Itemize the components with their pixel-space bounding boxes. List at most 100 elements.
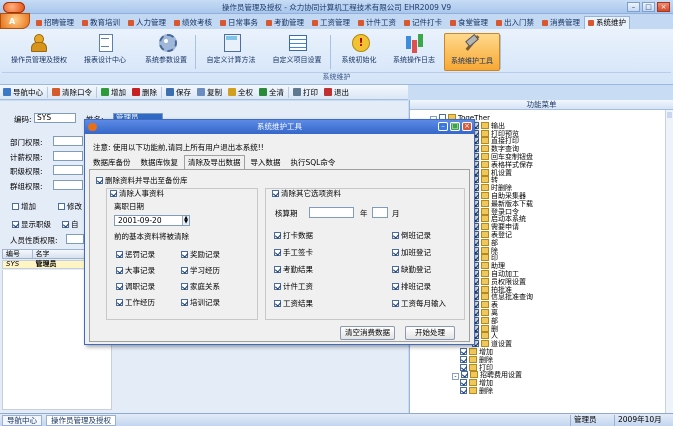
dialog-maximize-button[interactable]: □ (450, 122, 460, 131)
toolbar-button[interactable]: 清除口令 (49, 86, 95, 99)
tree-item[interactable]: 员权限设置 (472, 277, 526, 286)
other-item-check[interactable]: 打卡数据 (274, 231, 313, 240)
clear-hr-check[interactable]: 清除人事资料 (110, 189, 166, 198)
tree-item[interactable]: 表 (472, 301, 498, 309)
ribbon-tab[interactable]: 考勤管理 (262, 16, 308, 29)
ribbon-tab[interactable]: 日常事务 (216, 16, 262, 29)
export-backup-check[interactable]: 删除资料并导出至备份库 (96, 176, 188, 185)
other-item-check[interactable]: 手工签卡 (274, 248, 313, 257)
show-rank-check[interactable]: 显示职级 (12, 219, 51, 230)
ribbon-button[interactable]: 自定义计算方法 (200, 33, 262, 71)
status-tab-operator[interactable]: 操作员管理及授权 (46, 415, 116, 426)
tree-item[interactable]: 时删除 (472, 184, 512, 192)
minimize-button[interactable]: – (627, 2, 640, 12)
group-permission-input[interactable] (53, 180, 83, 190)
ribbon-button[interactable]: 报表设计中心 (76, 33, 134, 71)
tree-item[interactable]: 表登记 (472, 231, 512, 239)
close-button[interactable]: × (657, 2, 670, 12)
dialog-minimize-button[interactable]: – (438, 122, 448, 131)
clear-consume-button[interactable]: 清空消费数据 (340, 326, 395, 340)
other-item-check[interactable]: 工资每月输入 (392, 299, 446, 308)
ribbon-button[interactable]: 系统参数设置 (136, 33, 196, 71)
tree-item[interactable]: 增加 (460, 379, 493, 387)
code-input[interactable]: SYS (34, 113, 76, 123)
ribbon-button[interactable]: 系统操作日志 (388, 33, 440, 71)
tree-item[interactable]: 自助采集器 (472, 192, 526, 200)
ribbon-button[interactable]: 系统维护工具 (444, 33, 500, 71)
hr-item-check[interactable]: 学习经历 (181, 266, 220, 275)
hr-item-check[interactable]: 大事记录 (116, 266, 155, 275)
other-item-check[interactable]: 倒班记录 (392, 231, 431, 240)
tree-item[interactable]: 需要申请 (472, 223, 519, 231)
other-item-check[interactable]: 考勤结果 (274, 265, 313, 274)
hr-item-check[interactable]: 培训记录 (181, 298, 220, 307)
toolbar-button[interactable]: 删除 (129, 86, 160, 99)
other-item-check[interactable]: 工资结果 (274, 299, 313, 308)
other-item-check[interactable]: 加班登记 (392, 248, 431, 257)
dialog-tab[interactable]: 数据库恢复 (137, 155, 183, 169)
other-item-check[interactable]: 计件工资 (274, 282, 313, 291)
date-spinner[interactable]: ▲ ▼ (182, 216, 189, 225)
hr-item-check[interactable]: 惩罚记录 (116, 250, 155, 259)
maximize-button[interactable]: □ (642, 2, 655, 12)
tree-checkbox[interactable] (460, 355, 467, 363)
other-item-check[interactable]: 排班记录 (392, 282, 431, 291)
ribbon-tab[interactable]: 食堂管理 (446, 16, 492, 29)
status-tab-nav[interactable]: 导航中心 (2, 415, 42, 426)
tree-item[interactable]: 最新版本下载 (472, 199, 533, 208)
hr-item-check[interactable]: 调职记录 (116, 282, 155, 291)
expand-icon[interactable]: - (452, 373, 459, 381)
ribbon-tab[interactable]: 系统维护 (584, 16, 630, 29)
period-year-input[interactable] (309, 207, 354, 218)
tree-checkbox[interactable] (460, 387, 467, 394)
tree-item[interactable]: 数字查询 (472, 145, 519, 153)
tree-checkbox[interactable] (461, 371, 468, 379)
tree-item[interactable]: 增加 (460, 348, 493, 356)
tree-item[interactable]: 删除 (460, 355, 493, 364)
tree-item[interactable]: 信息批准查询 (472, 293, 533, 301)
toolbar-button[interactable]: 退出 (321, 86, 352, 99)
tree-checkbox[interactable] (460, 379, 467, 387)
rank-permission-input[interactable] (53, 165, 83, 175)
app-menu-button[interactable]: A (0, 13, 30, 29)
ribbon-button[interactable]: 操作员管理及授权 (4, 33, 74, 71)
tree-item[interactable]: 部 (472, 238, 498, 247)
ribbon-tab[interactable]: 工资管理 (308, 16, 354, 29)
dialog-tab[interactable]: 执行SQL命令 (287, 155, 340, 169)
ribbon-tab[interactable]: 消费管理 (538, 16, 584, 29)
toolbar-button[interactable]: 增加 (98, 86, 129, 99)
period-month-input[interactable] (372, 207, 388, 218)
start-process-button[interactable]: 开始处理 (405, 326, 455, 340)
ribbon-tab[interactable]: 出入门禁 (492, 16, 538, 29)
auto-check[interactable]: 自 (62, 219, 79, 230)
tree-checkbox[interactable] (460, 348, 467, 355)
hr-item-check[interactable]: 家庭关系 (181, 282, 220, 291)
ribbon-button[interactable]: 系统初始化 (334, 33, 384, 71)
leave-date-input[interactable]: 2001-09-20 ▲ ▼ (114, 215, 190, 226)
ribbon-tab[interactable]: 教育培训 (78, 16, 124, 29)
tree-item[interactable]: 部 (472, 316, 498, 325)
dialog-tab[interactable]: 数据库备份 (89, 155, 135, 169)
toolbar-button[interactable]: 全权 (225, 86, 256, 99)
ribbon-tab[interactable]: 招聘管理 (32, 16, 78, 29)
tree-item[interactable]: 表格样式保存 (472, 160, 533, 169)
tree-item[interactable]: 删除 (460, 387, 493, 395)
dialog-close-button[interactable]: × (462, 122, 472, 131)
tree-item[interactable]: 输出 (472, 121, 505, 130)
tree-scrollbar[interactable] (665, 110, 673, 413)
toolbar-button[interactable]: 复制 (194, 86, 225, 99)
ribbon-tab[interactable]: 计件工资 (354, 16, 400, 29)
ribbon-tab[interactable]: 绩效考核 (170, 16, 216, 29)
tree-item[interactable]: 离 (472, 309, 498, 317)
toolbar-button[interactable]: 导航中心 (0, 86, 46, 99)
tree-checkbox[interactable] (460, 363, 467, 371)
dialog-tab[interactable]: 导入数据 (247, 155, 285, 169)
dialog-tab[interactable]: 清除及导出数据 (184, 155, 245, 169)
hr-item-check[interactable]: 工作经历 (116, 298, 155, 307)
tree-item[interactable]: 道设置 (472, 340, 512, 348)
modify-permission-check[interactable]: 修改 (58, 201, 82, 212)
dept-permission-input[interactable] (53, 136, 83, 146)
calc-permission-input[interactable] (53, 151, 83, 161)
ribbon-tab[interactable]: 记件打卡 (400, 16, 446, 29)
tree-item[interactable]: 自动加工 (472, 270, 519, 278)
